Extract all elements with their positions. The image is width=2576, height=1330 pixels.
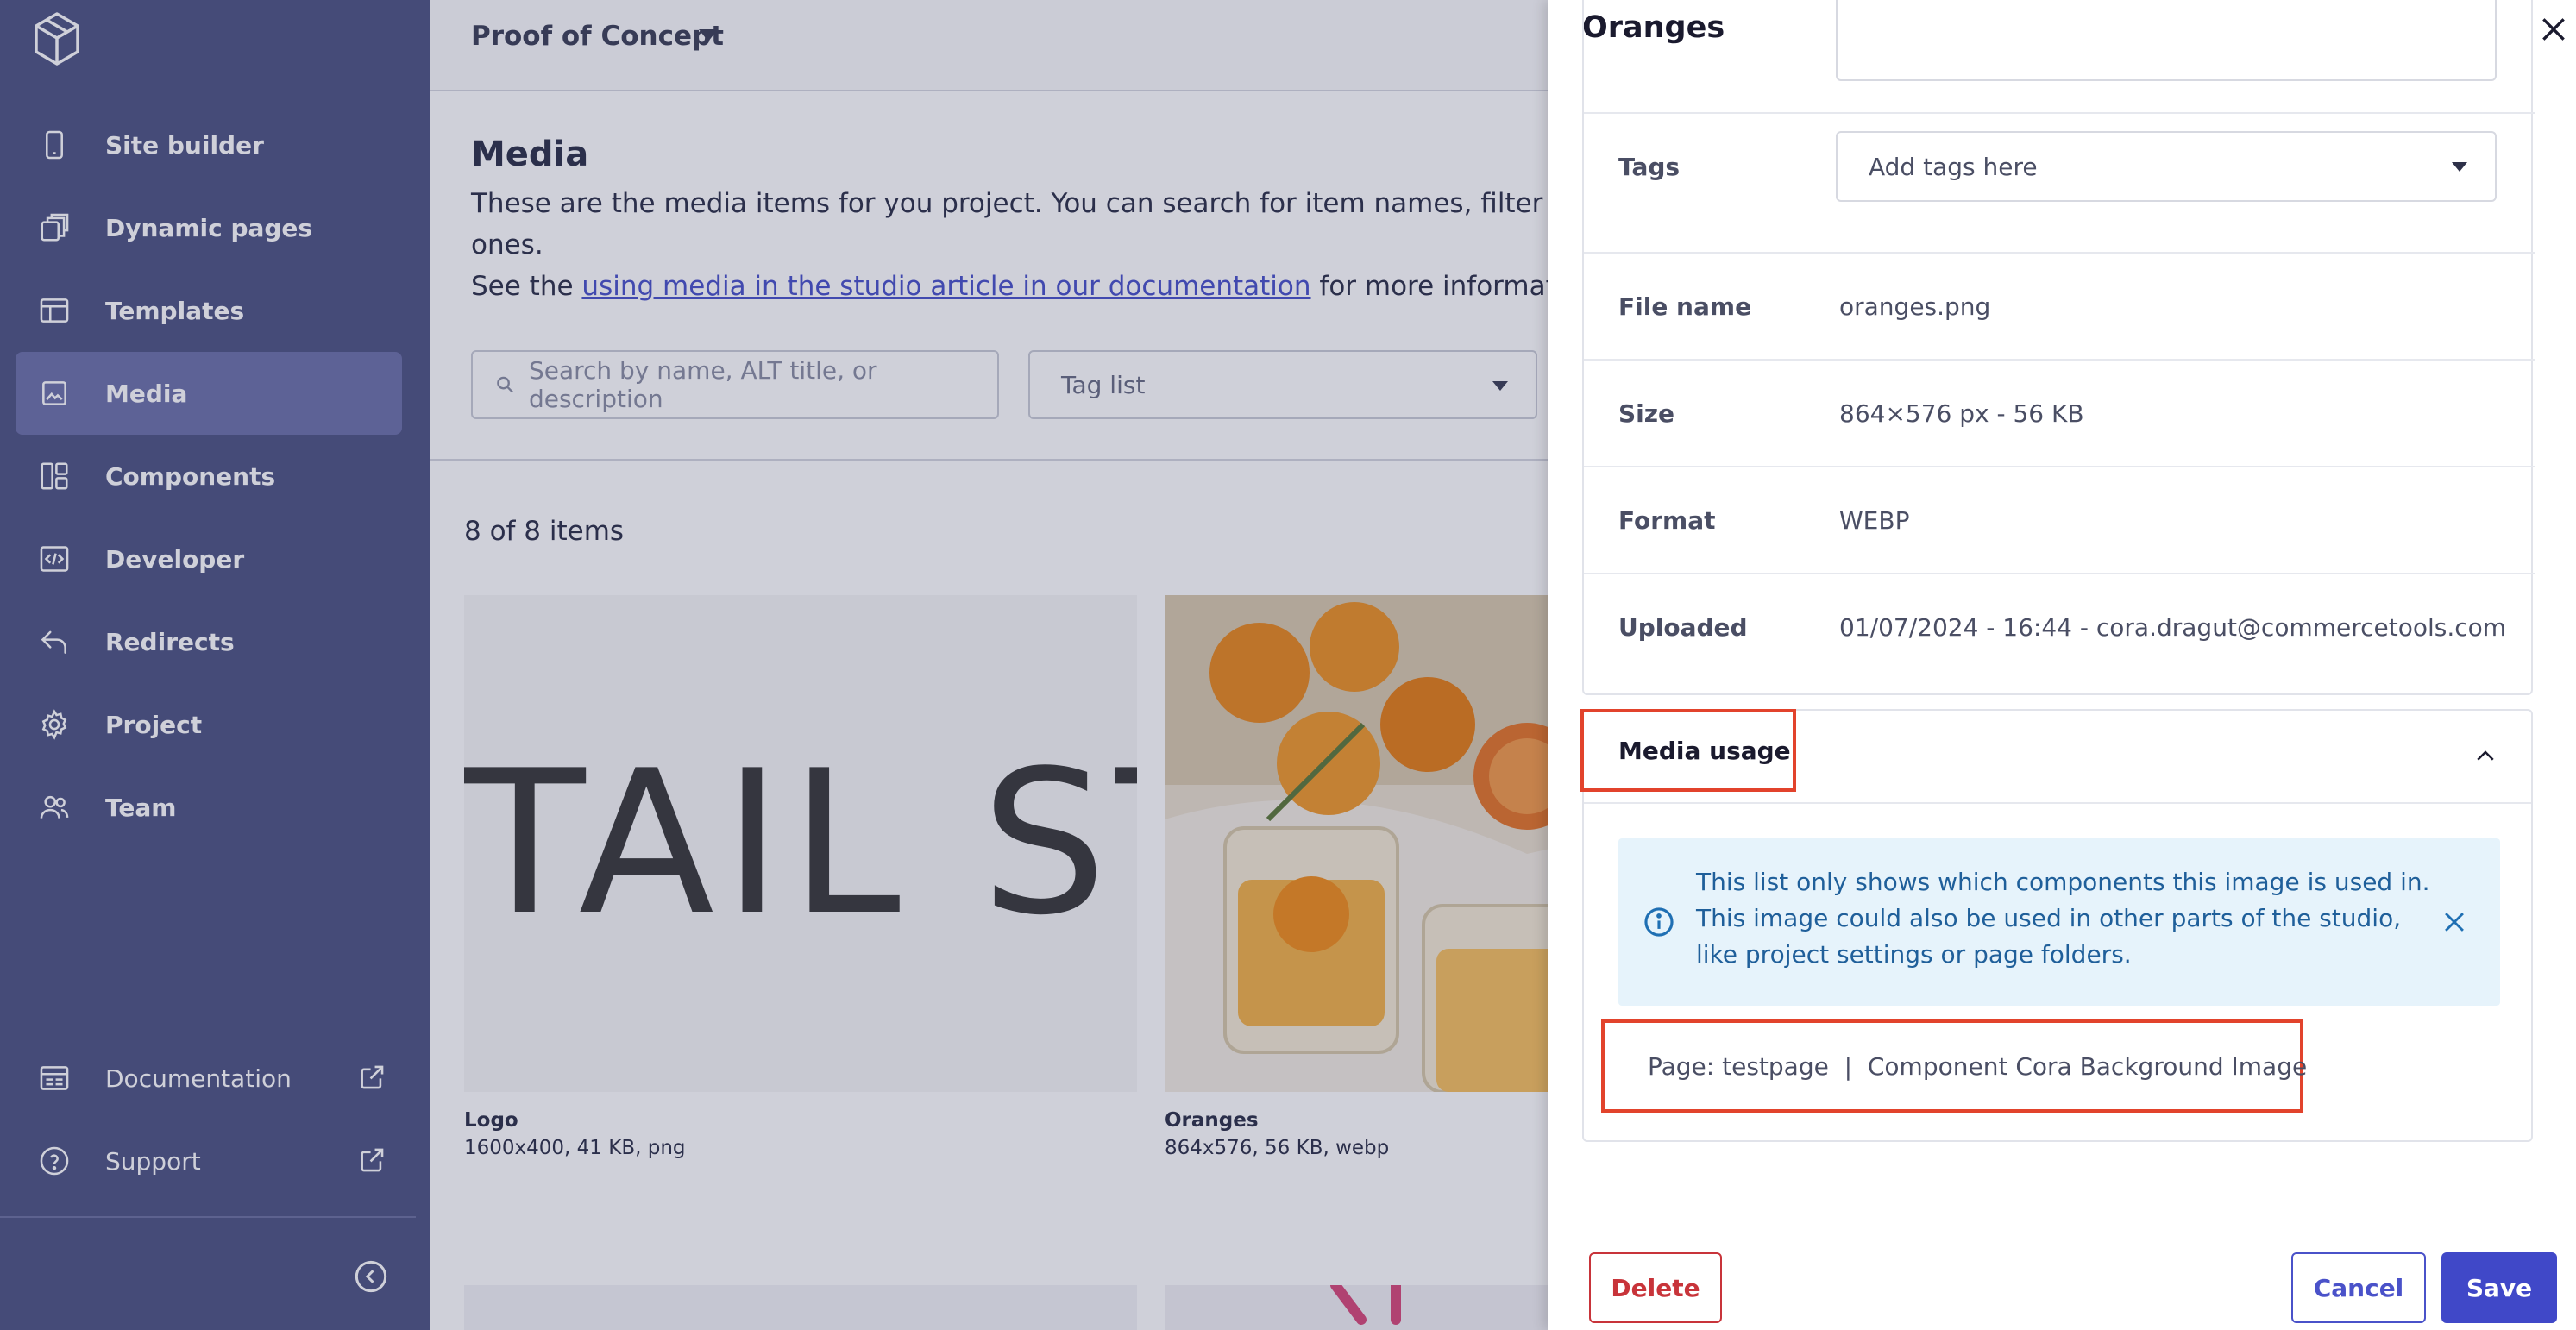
format-row: Format WEBP bbox=[1584, 466, 2535, 573]
save-button[interactable]: Save bbox=[2441, 1252, 2557, 1323]
uploaded-label: Uploaded bbox=[1618, 612, 1748, 642]
usage-list-item[interactable]: Page: testpage | Component Cora Backgrou… bbox=[1601, 1019, 2307, 1113]
delete-button[interactable]: Delete bbox=[1589, 1252, 1722, 1323]
format-label: Format bbox=[1618, 505, 1716, 535]
uploaded-value: 01/07/2024 - 16:44 - cora.dragut@commerc… bbox=[1839, 612, 2507, 642]
tags-row: Tags Add tags here bbox=[1584, 112, 2535, 219]
media-usage-header[interactable]: Media usage bbox=[1580, 709, 2531, 804]
text-field[interactable] bbox=[1836, 0, 2497, 81]
size-row: Size 864×576 px - 56 KB bbox=[1584, 359, 2535, 466]
chevron-up-icon[interactable] bbox=[2472, 743, 2498, 769]
size-label: Size bbox=[1618, 398, 1675, 428]
media-details-drawer: Oranges Tags Add tags here File name ora… bbox=[1548, 0, 2576, 1330]
size-value: 864×576 px - 56 KB bbox=[1839, 398, 2084, 428]
file-name-row: File name oranges.png bbox=[1584, 252, 2535, 359]
info-notice: This list only shows which components th… bbox=[1618, 838, 2500, 1006]
file-name-label: File name bbox=[1618, 292, 1752, 321]
cancel-button[interactable]: Cancel bbox=[2291, 1252, 2426, 1323]
tags-select[interactable]: Add tags here bbox=[1836, 131, 2497, 202]
media-usage-panel: Media usage This list only shows which c… bbox=[1580, 709, 2533, 1142]
tags-placeholder: Add tags here bbox=[1869, 152, 2038, 181]
drawer-footer: Delete Cancel Save bbox=[1548, 1239, 2576, 1330]
file-name-value: oranges.png bbox=[1839, 292, 1991, 321]
media-usage-title: Media usage bbox=[1580, 709, 1796, 792]
modal-overlay[interactable] bbox=[0, 0, 1548, 1330]
format-value: WEBP bbox=[1839, 505, 1910, 535]
media-details-card: Tags Add tags here File name oranges.png… bbox=[1582, 0, 2535, 695]
caret-down-icon bbox=[2452, 162, 2467, 172]
tags-label: Tags bbox=[1618, 152, 1681, 181]
uploaded-row: Uploaded 01/07/2024 - 16:44 - cora.dragu… bbox=[1584, 573, 2535, 680]
close-icon[interactable] bbox=[2440, 907, 2469, 937]
info-text: This list only shows which components th… bbox=[1696, 868, 2430, 969]
info-icon bbox=[1644, 907, 1674, 937]
close-icon[interactable] bbox=[2536, 12, 2571, 47]
usage-item-text: Page: testpage | Component Cora Backgrou… bbox=[1648, 1051, 2308, 1081]
